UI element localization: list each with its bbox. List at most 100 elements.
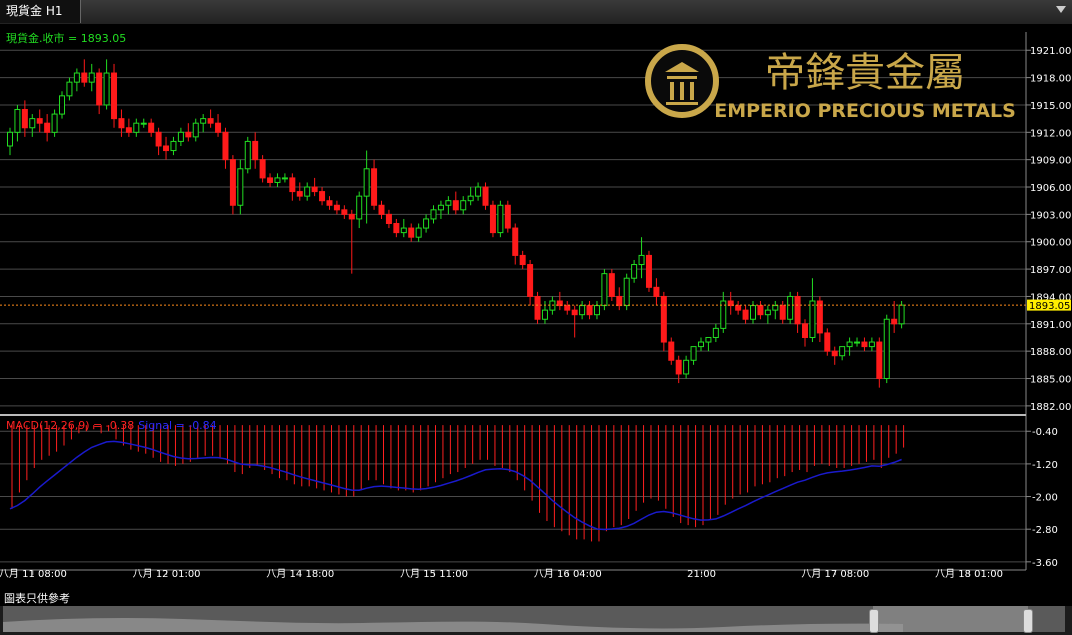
candle-body: [259, 159, 266, 179]
candle-body: [59, 95, 66, 115]
candle: [259, 155, 266, 183]
candle-body: [653, 286, 660, 297]
candle-body: [215, 122, 222, 133]
macd-tick-label: -3.60: [1032, 558, 1058, 569]
candle: [660, 291, 667, 352]
candle-body: [564, 305, 571, 311]
candle-body: [408, 227, 415, 238]
candle-body: [437, 204, 444, 211]
time-tick-label: 八月 15 11:00: [400, 568, 468, 580]
candle-body: [229, 159, 236, 206]
brand-name-en: EMPERIO PRECIOUS METALS: [714, 100, 1016, 122]
candle: [51, 109, 58, 137]
candle: [883, 314, 890, 384]
candle-body: [29, 118, 36, 129]
candle-body: [742, 309, 749, 320]
time-tick-label: 八月 12 01:00: [133, 568, 201, 580]
price-chart[interactable]: 帝鋒貴金屬 EMPERIO PRECIOUS METALS 1921.00 191…: [0, 24, 1072, 606]
candle-body: [750, 305, 756, 320]
scroll-visible-window[interactable]: [873, 606, 1028, 632]
scroll-track[interactable]: [3, 606, 1065, 633]
chart-disclaimer: 圖表只供參考: [4, 592, 70, 605]
candle-body: [876, 341, 883, 380]
tab-chart-gold-h1[interactable]: 現貨金 H1: [0, 0, 82, 23]
candle-body: [460, 200, 467, 211]
last-price-tag-label: 1893.05: [1029, 301, 1070, 312]
macd-tick-label: -0.40: [1032, 427, 1058, 438]
candle-body: [415, 227, 422, 238]
candle-body: [623, 277, 630, 307]
candle-body: [809, 300, 816, 338]
price-tick-label: 1921.00: [1030, 46, 1071, 57]
candle-body: [267, 177, 274, 183]
candle: [787, 291, 794, 324]
candle-body: [735, 305, 742, 311]
candle-body: [96, 72, 103, 106]
chart-tab-bar: 現貨金 H1: [0, 0, 1072, 25]
candle-body: [868, 341, 875, 348]
candle-body: [504, 204, 511, 229]
brand-name-cn: 帝鋒貴金屬: [765, 50, 965, 96]
candle-body: [534, 295, 541, 320]
candle-body: [571, 309, 578, 316]
tab-menu-arrow-icon[interactable]: [1056, 6, 1066, 13]
candle-body: [705, 336, 712, 343]
candle: [497, 200, 504, 238]
time-tick-label: 21:00: [687, 569, 716, 580]
scroll-handle-right[interactable]: [1023, 609, 1033, 633]
chart-scrollbar[interactable]: [0, 606, 1072, 635]
tab-label: 現貨金 H1: [6, 4, 63, 18]
candle-body: [697, 341, 704, 348]
candle-body: [296, 191, 303, 197]
candle: [608, 269, 615, 302]
candle-body: [319, 191, 326, 202]
candle-body: [683, 359, 690, 375]
candle-body: [88, 72, 95, 83]
candle-body: [140, 122, 147, 125]
candle-body: [839, 346, 846, 357]
price-tick-label: 1909.00: [1030, 156, 1071, 167]
candle-body: [163, 145, 170, 152]
scroll-preview-area: [3, 618, 903, 632]
candle-body: [861, 341, 868, 348]
candle-body: [645, 254, 652, 288]
macd-legend-main: MACD(12,26,9) = -0.38: [6, 419, 134, 432]
candle-body: [44, 122, 51, 133]
price-tick-label: 1885.00: [1030, 375, 1071, 386]
candle-body: [846, 341, 853, 348]
candle-body: [21, 109, 28, 129]
candle-body: [445, 200, 452, 206]
candle-body: [81, 72, 88, 83]
candle-body: [348, 213, 355, 220]
macd-legend: MACD(12,26,9) = -0.38 Signal = -0.84: [6, 419, 217, 432]
candle-body: [660, 295, 667, 343]
macd-tick-label: -1.20: [1032, 460, 1058, 471]
candle: [229, 155, 236, 215]
candle-body: [222, 131, 229, 161]
time-tick-label: 八月 17 08:00: [801, 568, 869, 580]
candle: [489, 200, 496, 238]
candle-body: [118, 118, 125, 129]
candle-body: [7, 131, 13, 147]
candle-body: [787, 295, 794, 320]
candle: [504, 200, 511, 233]
candle-body: [177, 131, 184, 142]
price-tick-label: 1915.00: [1030, 101, 1071, 112]
candle-body: [378, 204, 385, 215]
candle-body: [497, 204, 504, 234]
price-legend: 現貨金.收市 = 1893.05: [6, 31, 126, 45]
candle-body: [616, 295, 623, 307]
candle-body: [593, 305, 600, 316]
candle-body: [802, 323, 809, 338]
scroll-handle-left[interactable]: [869, 609, 879, 633]
candle-body: [51, 113, 58, 133]
candle-body: [779, 305, 786, 320]
candle: [645, 250, 652, 292]
candle: [601, 269, 608, 311]
candle-body: [475, 186, 482, 197]
candle-body: [831, 350, 838, 357]
candle-body: [883, 318, 890, 380]
candle: [111, 63, 118, 128]
candle-body: [631, 264, 638, 279]
candle-body: [363, 168, 370, 197]
